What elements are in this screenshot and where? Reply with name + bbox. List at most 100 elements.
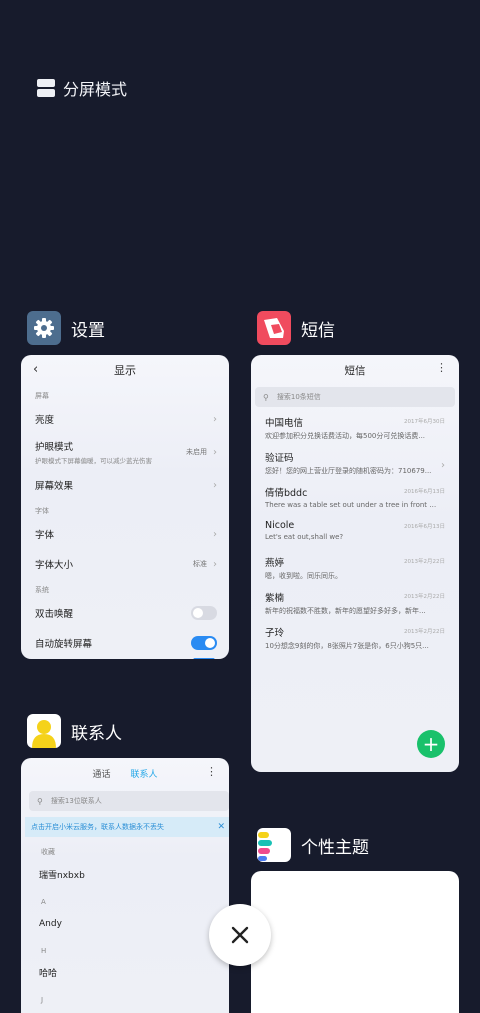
auto-rotate-toggle[interactable]: [191, 636, 217, 650]
contact-entry[interactable]: 哈哈: [21, 959, 229, 986]
thread-date: 2013年2月22日: [404, 594, 445, 600]
settings-row-eye-care[interactable]: 护眼模式 护眼模式下屏幕偏暖，可以减少蓝光伤害 未启用 ›: [21, 434, 229, 470]
back-arrow-icon[interactable]: ‹: [33, 362, 38, 377]
messages-app-icon: [257, 311, 291, 345]
thread-preview: 您好！您的网上营业厅登录的随机密码为：710679...: [265, 467, 432, 475]
row-label: 字体: [35, 530, 55, 541]
settings-title-bar: ‹ 显示: [21, 355, 229, 385]
section-header: 屏幕: [35, 392, 49, 400]
message-thread[interactable]: 倩倩bddc 2016年6月13日 There was a table set ou…: [251, 483, 459, 518]
more-menu-icon[interactable]: ⋮: [206, 765, 217, 778]
split-screen-icon: [37, 79, 55, 97]
thread-preview: 10分想念9刻的你，8张照片7张是你，6只小狗5只...: [265, 642, 429, 650]
settings-row-font[interactable]: 字体 ›: [21, 519, 229, 549]
messages-app-name: 短信: [301, 320, 335, 341]
message-thread[interactable]: 中国电信 2017年6月30日 欢迎参加积分兑换话费活动，每500分可兑换话费...: [251, 413, 459, 448]
message-thread[interactable]: 燕婷 2013年2月22日 嗯，收到啦。同乐同乐。: [251, 553, 459, 588]
chevron-right-icon: ›: [213, 528, 217, 540]
close-icon[interactable]: ✕: [217, 822, 225, 832]
settings-row-double-tap: 双击唤醒: [21, 598, 229, 628]
chevron-right-icon: ›: [213, 413, 217, 425]
banner-text: 点击开启小米云服务，联系人数据永不丢失: [31, 823, 164, 831]
chevron-right-icon: ›: [213, 446, 217, 458]
app-header-messages: 短信: [257, 311, 335, 345]
row-label: 字体大小: [35, 560, 74, 571]
settings-row-brightness[interactable]: 亮度 ›: [21, 404, 229, 434]
settings-row-auto-rotate: 自动旋转屏幕: [21, 628, 229, 658]
messages-app-card[interactable]: 短信 ⋮ ⚲ 搜索10条短信 中国电信 2017年6月30日 欢迎参加积分兑换话费活…: [251, 355, 459, 772]
split-screen-mode-button[interactable]: 分屏模式: [37, 76, 127, 100]
settings-row-font-size[interactable]: 字体大小 标准 ›: [21, 549, 229, 579]
chevron-right-icon: ›: [213, 479, 217, 491]
row-sublabel: 护眼模式下屏幕偏暖，可以减少蓝光伤害: [35, 457, 152, 465]
contacts-app-card[interactable]: 通话 联系人 ⋮ ⚲ 搜索13位联系人 点击开启小米云服务，联系人数据永不丢失 …: [21, 758, 229, 1013]
app-header-contacts: 联系人: [27, 714, 122, 748]
tab-calls[interactable]: 通话: [92, 767, 110, 780]
search-icon: ⚲: [37, 796, 43, 806]
partial-toggle[interactable]: [191, 658, 217, 659]
contact-entry[interactable]: 瑞雪nxbxb: [21, 861, 229, 888]
app-header-settings: 设置: [27, 311, 105, 345]
thread-preview: There was a table set out under a tree i…: [265, 501, 440, 509]
messages-list: 中国电信 2017年6月30日 欢迎参加积分兑换话费活动，每500分可兑换话费...…: [251, 413, 459, 658]
settings-app-card[interactable]: ‹ 显示 屏幕 亮度 › 护眼模式 护眼模式下屏幕偏暖，可以减少蓝光伤害 未启用…: [21, 355, 229, 659]
contacts-tab-bar: 通话 联系人 ⋮: [21, 758, 229, 788]
split-screen-label: 分屏模式: [63, 80, 128, 99]
thread-preview: 新年的祝福数不胜数，新年的愿望好多好多，新年...: [265, 607, 426, 615]
contacts-search-input[interactable]: ⚲ 搜索13位联系人: [29, 791, 229, 811]
settings-page-title: 显示: [114, 364, 136, 377]
app-header-themes: 个性主题: [257, 828, 369, 862]
search-icon: ⚲: [263, 392, 269, 402]
contacts-app-icon: [27, 714, 61, 748]
thread-date: 2017年6月30日: [404, 419, 445, 425]
contact-group-header: J: [41, 996, 44, 1004]
chevron-right-icon: ›: [213, 558, 217, 570]
row-label: 护眼模式: [35, 442, 74, 453]
cloud-sync-banner[interactable]: 点击开启小米云服务，联系人数据永不丢失 ✕: [25, 817, 229, 837]
plus-icon: +: [422, 732, 440, 756]
thread-preview: 嗯，收到啦。同乐同乐。: [265, 572, 342, 580]
themes-app-name: 个性主题: [301, 837, 369, 858]
thread-date: 2013年2月22日: [404, 559, 445, 565]
thread-date: 2016年6月13日: [404, 524, 445, 530]
messages-search-input[interactable]: ⚲ 搜索10条短信: [255, 387, 455, 407]
row-value: 标准 ›: [193, 559, 217, 570]
settings-app-name: 设置: [71, 320, 105, 341]
contact-group-header: A: [41, 898, 46, 906]
messages-page-title: 短信: [344, 364, 366, 377]
thread-date: 2016年6月13日: [404, 489, 445, 495]
chevron-right-icon: ›: [441, 460, 445, 471]
row-label: 屏幕效果: [35, 481, 74, 492]
settings-app-icon: [27, 311, 61, 345]
row-value: 未启用 ›: [186, 447, 217, 458]
eye-care-status: 未启用: [186, 448, 207, 456]
contact-entry[interactable]: Andy: [21, 910, 229, 937]
row-label: 亮度: [35, 415, 55, 426]
search-placeholder: 搜索13位联系人: [50, 797, 102, 805]
tab-contacts[interactable]: 联系人: [131, 767, 158, 780]
contact-group-header: H: [41, 947, 47, 955]
search-placeholder: 搜索10条短信: [276, 393, 321, 401]
themes-app-icon: [257, 828, 291, 862]
message-thread[interactable]: 子玲 2013年2月22日 10分想念9刻的你，8张照片7张是你，6只小狗5只...: [251, 623, 459, 658]
font-size-value: 标准: [193, 560, 207, 568]
messages-title-bar: 短信 ⋮: [251, 355, 459, 385]
message-thread[interactable]: 验证码 › 您好！您的网上营业厅登录的随机密码为：710679...: [251, 448, 459, 483]
new-message-button[interactable]: +: [417, 730, 445, 758]
contacts-list: 收藏瑞雪nxbxb A Andy H 哈哈 J: [21, 837, 229, 1008]
double-tap-toggle[interactable]: [191, 606, 217, 620]
settings-row-partial: [21, 658, 229, 659]
section-header: 字体: [35, 507, 49, 515]
message-thread[interactable]: Nicole 2016年6月13日 Let's eat out,shall we?: [251, 518, 459, 553]
thread-sender: 验证码: [265, 453, 294, 464]
contact-group-header: 收藏: [41, 848, 55, 856]
row-label: 双击唤醒: [35, 609, 74, 620]
themes-app-card[interactable]: [251, 871, 459, 1013]
close-icon: [231, 926, 249, 944]
settings-row-screen-effect[interactable]: 屏幕效果 ›: [21, 470, 229, 500]
clear-all-button[interactable]: [209, 904, 271, 966]
row-label: 自动旋转屏幕: [35, 639, 93, 650]
message-thread[interactable]: 紫楠 2013年2月22日 新年的祝福数不胜数，新年的愿望好多好多，新年...: [251, 588, 459, 623]
more-menu-icon[interactable]: ⋮: [436, 361, 447, 374]
thread-date: 2013年2月22日: [404, 629, 445, 635]
